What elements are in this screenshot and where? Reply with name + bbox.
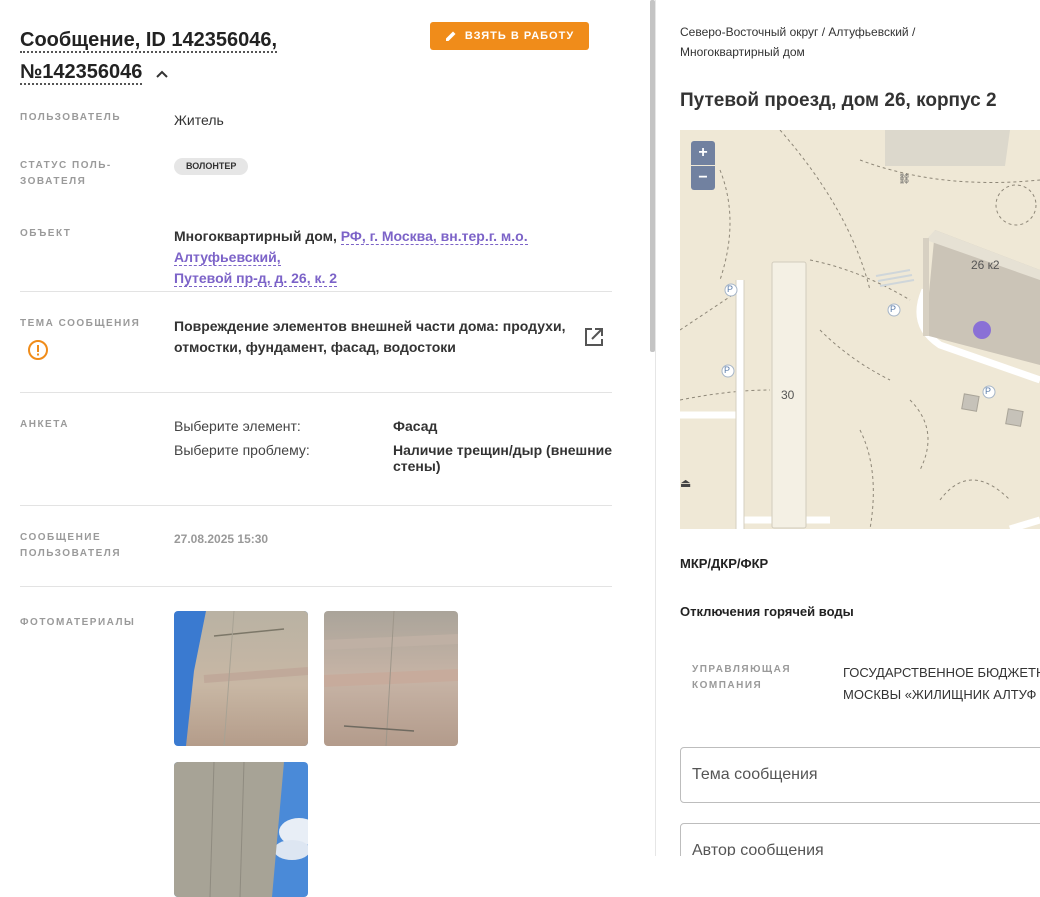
user-label: ПОЛЬЗОВАТЕЛЬ [20, 112, 122, 123]
breadcrumb-line2[interactable]: Многоквартирный дом [680, 45, 805, 59]
author-field[interactable] [680, 823, 1040, 856]
parking-label: P [724, 365, 731, 375]
divider [20, 291, 612, 292]
topic-value-line1: Повреждение элементов внешней части дома… [174, 318, 566, 334]
message-title-line2: №142356046 [20, 61, 143, 85]
take-to-work-button[interactable]: ВЗЯТЬ В РАБОТУ [430, 22, 589, 50]
anketa-label: АНКЕТА [20, 419, 69, 430]
svg-text:⛓: ⛓ [898, 173, 911, 185]
object-type: Многоквартирный дом, [174, 228, 337, 244]
object-address-link-2[interactable]: Путевой пр-д, д. 26, к. 2 [174, 270, 338, 287]
object-info-panel: Северо-Восточный округ / Алтуфьевский / … [656, 0, 1040, 856]
management-company-label-2: КОМПАНИЯ [692, 680, 763, 691]
photos-label: ФОТОМАТЕРИАЛЫ [20, 617, 136, 628]
topic-label: ТЕМА СООБЩЕНИЯ [20, 318, 141, 329]
author-input[interactable] [681, 824, 1040, 856]
parking-label: P [985, 386, 992, 396]
breadcrumb: Северо-Восточный округ / Алтуфьевский / … [680, 22, 1000, 62]
topic-field[interactable] [680, 747, 1040, 803]
divider [20, 505, 612, 506]
map[interactable]: ⛓ ⏏ P P P P 26 к2 30 + − [680, 130, 1040, 529]
message-date: 27.08.2025 15:30 [174, 532, 269, 546]
status-badge: ВОЛОНТЕР [174, 158, 249, 175]
user-message-label: СООБЩЕНИЕ ПОЛЬЗОВАТЕЛЯ [20, 530, 121, 562]
warning-icon [28, 340, 48, 360]
anketa-question: Выберите проблему: [174, 442, 310, 458]
photo-thumbnail[interactable] [324, 611, 458, 746]
mkr-section-title[interactable]: МКР/ДКР/ФКР [680, 556, 768, 571]
building-label-30: 30 [781, 388, 795, 402]
management-company-label-1: УПРАВЛЯЮЩАЯ [692, 664, 792, 675]
chevron-up-icon[interactable] [156, 57, 168, 89]
user-message-label-1: СООБЩЕНИЕ [20, 532, 102, 543]
address-title: Путевой проезд, дом 26, корпус 2 [680, 90, 997, 111]
user-value: Житель [174, 112, 224, 128]
zoom-out-button[interactable]: − [691, 166, 715, 190]
management-company-value-2: МОСКВЫ «ЖИЛИЩНИК АЛТУФ [843, 687, 1037, 702]
building-label-26k2: 26 к2 [971, 258, 1000, 272]
management-company-label: УПРАВЛЯЮЩАЯ КОМПАНИЯ [692, 662, 791, 694]
anketa-question: Выберите элемент: [174, 418, 301, 434]
breadcrumb-line1[interactable]: Северо-Восточный округ / Алтуфьевский / [680, 25, 915, 39]
message-title-line1: Сообщение, ID 142356046, [20, 29, 278, 53]
user-message-label-2: ПОЛЬЗОВАТЕЛЯ [20, 548, 122, 559]
zoom-in-button[interactable]: + [691, 141, 715, 165]
message-details-panel: Сообщение, ID 142356046, №142356046 ВЗЯТ… [0, 0, 650, 897]
topic-value: Повреждение элементов внешней части дома… [174, 316, 574, 358]
photo-thumbnail[interactable] [174, 611, 308, 746]
user-status-label: СТАТУС ПОЛЬ- ЗОВАТЕЛЯ [20, 158, 112, 190]
anketa-answer: Фасад [393, 418, 438, 434]
management-company-value-1: ГОСУДАРСТВЕННОЕ БЮДЖЕТН [843, 665, 1040, 680]
object-label: ОБЪЕКТ [20, 228, 72, 239]
parking-label: P [727, 284, 734, 294]
parking-label: P [890, 304, 897, 314]
user-status-label-1: СТАТУС ПОЛЬ- [20, 160, 112, 171]
topic-value-line2: отмостки, фундамент, фасад, водостоки [174, 339, 456, 355]
pencil-icon [445, 31, 456, 41]
user-status-label-2: ЗОВАТЕЛЯ [20, 176, 87, 187]
management-company-value: ГОСУДАРСТВЕННОЕ БЮДЖЕТН МОСКВЫ «ЖИЛИЩНИК… [843, 662, 1040, 706]
photo-thumbnail[interactable] [174, 762, 308, 897]
hot-water-section-title[interactable]: Отключения горячей воды [680, 604, 854, 619]
divider [20, 586, 612, 587]
take-to-work-label: ВЗЯТЬ В РАБОТУ [464, 30, 575, 42]
message-title[interactable]: Сообщение, ID 142356046, №142356046 [20, 24, 420, 89]
open-in-new-icon[interactable] [583, 326, 605, 348]
divider [20, 392, 612, 393]
svg-text:⏏: ⏏ [680, 476, 691, 490]
anketa-answer: Наличие трещин/дыр (внешние стены) [393, 442, 613, 474]
topic-input[interactable] [681, 748, 1040, 802]
object-value: Многоквартирный дом, РФ, г. Москва, вн.т… [174, 226, 614, 289]
